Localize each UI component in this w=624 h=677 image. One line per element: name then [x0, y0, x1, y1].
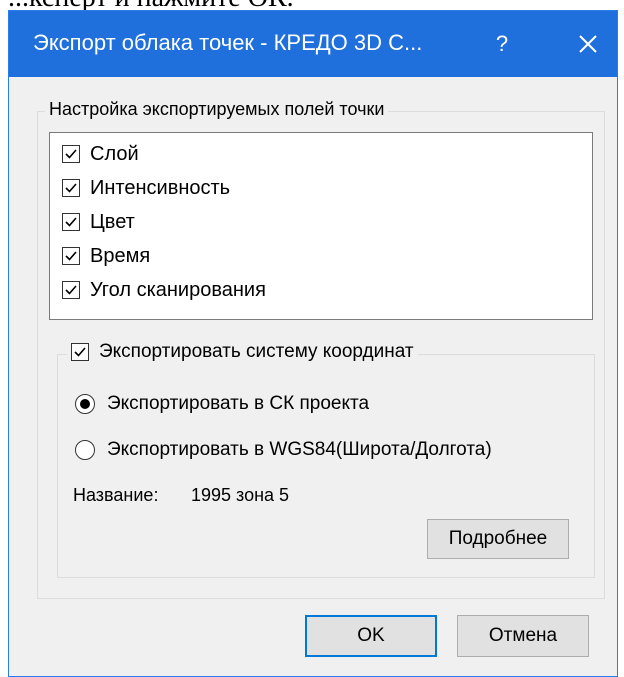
checkmark-icon	[65, 149, 77, 159]
list-item-label: Цвет	[90, 210, 135, 233]
radio-button-selected[interactable]	[75, 394, 95, 414]
radio-wgs84[interactable]: Экспортировать в WGS84(Широта/Долгота)	[75, 439, 492, 461]
export-coord-system-checkbox[interactable]	[71, 343, 89, 361]
title-bar[interactable]: Экспорт облака точек - КРЕДО 3D С... ?	[9, 11, 617, 77]
checkmark-icon	[65, 251, 77, 261]
coord-name-value: 1995 зона 5	[191, 485, 290, 505]
radio-project-cs-label: Экспортировать в СК проекта	[107, 393, 370, 414]
close-button[interactable]	[565, 25, 611, 63]
fields-list[interactable]: Слой Интенсивность Цвет Время Угол скани…	[49, 132, 593, 320]
list-item-label: Интенсивность	[90, 176, 231, 199]
checkmark-icon	[65, 183, 77, 193]
export-coord-system-label: Экспортировать систему координат	[99, 341, 414, 362]
list-item-time[interactable]: Время	[62, 241, 150, 271]
list-item-color[interactable]: Цвет	[62, 207, 135, 237]
list-item-label: Слой	[90, 142, 139, 165]
intensity-checkbox[interactable]	[62, 179, 80, 197]
details-button[interactable]: Подробнее	[427, 519, 569, 559]
export-coord-system-option[interactable]: Экспортировать систему координат	[67, 341, 418, 363]
radio-wgs84-label: Экспортировать в WGS84(Широта/Долгота)	[107, 439, 492, 460]
radio-project-cs[interactable]: Экспортировать в СК проекта	[75, 393, 369, 415]
help-button[interactable]: ?	[479, 25, 525, 63]
close-icon	[579, 35, 597, 53]
help-icon: ?	[495, 31, 509, 56]
export-point-cloud-dialog: Экспорт облака точек - КРЕДО 3D С... ? Н…	[8, 10, 618, 677]
fields-group-legend: Настройка экспортируемых полей точки	[45, 99, 389, 120]
coord-name-label: Название:	[73, 485, 159, 505]
checkmark-icon	[74, 347, 86, 357]
time-checkbox[interactable]	[62, 247, 80, 265]
scan-angle-checkbox[interactable]	[62, 281, 80, 299]
list-item-layer[interactable]: Слой	[62, 139, 139, 169]
list-item-scan-angle[interactable]: Угол сканирования	[62, 275, 266, 305]
cancel-button[interactable]: Отмена	[457, 615, 589, 657]
list-item-label: Угол сканирования	[90, 278, 266, 301]
window-title: Экспорт облака точек - КРЕДО 3D С...	[33, 30, 423, 55]
list-item-label: Время	[90, 244, 151, 267]
color-checkbox[interactable]	[62, 213, 80, 231]
layer-checkbox[interactable]	[62, 145, 80, 163]
checkmark-icon	[65, 285, 77, 295]
radio-button[interactable]	[75, 440, 95, 460]
checkmark-icon	[65, 217, 77, 227]
ok-button[interactable]: OK	[305, 615, 437, 657]
list-item-intensity[interactable]: Интенсивность	[62, 173, 230, 203]
